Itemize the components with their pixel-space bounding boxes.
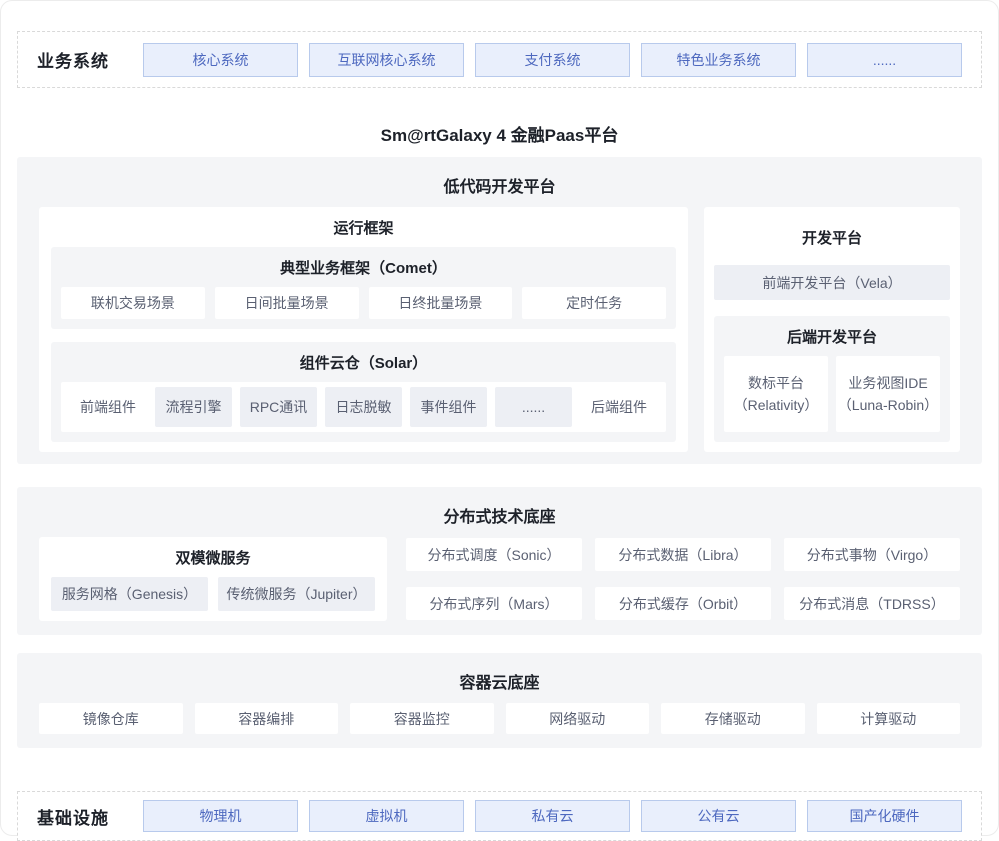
infra-virtual-machine: 虚拟机 <box>309 800 464 832</box>
business-systems-row: 业务系统 核心系统 互联网核心系统 支付系统 特色业务系统 ...... <box>17 31 982 88</box>
backend-platform-title: 后端开发平台 <box>724 320 940 356</box>
architecture-diagram: 业务系统 核心系统 互联网核心系统 支付系统 特色业务系统 ...... Sm@… <box>0 0 999 836</box>
solar-item-ellipsis: ...... <box>495 387 572 427</box>
platform-title: Sm@rtGalaxy 4 金融Paas平台 <box>1 121 998 146</box>
solar-back-component: 后端组件 <box>580 387 658 427</box>
solar-warehouse-group: 组件云仓（Solar） 前端组件 流程引擎 RPC通讯 日志脱敏 事件组件 ..… <box>51 342 676 442</box>
infrastructure-items: 物理机 虚拟机 私有云 公有云 国产化硬件 <box>143 800 962 832</box>
container-orchestration: 容器编排 <box>195 703 339 734</box>
luna-robin-code: （Luna-Robin） <box>838 394 938 416</box>
luna-robin-ide: 业务视图IDE （Luna-Robin） <box>836 356 940 432</box>
dev-platform-card: 开发平台 前端开发平台（Vela） 后端开发平台 数标平台 （Relativit… <box>704 207 960 452</box>
container-cloud-title: 容器云底座 <box>39 663 960 703</box>
solar-item-log-masking: 日志脱敏 <box>325 387 402 427</box>
comet-item-online-trading: 联机交易场景 <box>61 287 205 319</box>
dual-mode-title: 双模微服务 <box>51 541 375 577</box>
low-code-title: 低代码开发平台 <box>39 167 960 207</box>
solar-component-strip: 前端组件 流程引擎 RPC通讯 日志脱敏 事件组件 ...... 后端组件 <box>61 382 666 432</box>
business-systems-label: 业务系统 <box>37 47 143 72</box>
container-cloud-section: 容器云底座 镜像仓库 容器编排 容器监控 网络驱动 存储驱动 计算驱动 <box>17 653 982 748</box>
solar-front-component: 前端组件 <box>69 387 147 427</box>
relativity-code: （Relativity） <box>734 394 819 416</box>
sonic-scheduling: 分布式调度（Sonic） <box>406 538 582 571</box>
storage-driver: 存储驱动 <box>661 703 805 734</box>
mars-sequence: 分布式序列（Mars） <box>406 587 582 620</box>
virgo-transaction: 分布式事物（Virgo） <box>784 538 960 571</box>
container-monitoring: 容器监控 <box>350 703 494 734</box>
libra-data: 分布式数据（Libra） <box>595 538 771 571</box>
backend-platform-group: 后端开发平台 数标平台 （Relativity） 业务视图IDE （Luna-R… <box>714 316 950 442</box>
tdrss-message: 分布式消息（TDRSS） <box>784 587 960 620</box>
business-system-core: 核心系统 <box>143 43 298 77</box>
luna-robin-name: 业务视图IDE <box>848 372 927 394</box>
orbit-cache: 分布式缓存（Orbit） <box>595 587 771 620</box>
runtime-framework-card: 运行框架 典型业务框架（Comet） 联机交易场景 日间批量场景 日终批量场景 … <box>39 207 688 452</box>
infra-domestic-hardware: 国产化硬件 <box>807 800 962 832</box>
distributed-grid: 分布式调度（Sonic） 分布式数据（Libra） 分布式事物（Virgo） 分… <box>406 537 960 621</box>
infra-private-cloud: 私有云 <box>475 800 630 832</box>
relativity-platform: 数标平台 （Relativity） <box>724 356 828 432</box>
dual-mode-microservice-card: 双模微服务 服务网格（Genesis） 传统微服务（Jupiter） <box>39 537 387 621</box>
genesis-service-mesh: 服务网格（Genesis） <box>51 577 208 611</box>
dev-platform-title: 开发平台 <box>714 211 950 257</box>
low-code-section: 低代码开发平台 运行框架 典型业务框架（Comet） 联机交易场景 日间批量场景… <box>17 157 982 464</box>
solar-item-event-component: 事件组件 <box>410 387 487 427</box>
comet-item-endofday-batch: 日终批量场景 <box>369 287 513 319</box>
business-system-internet-core: 互联网核心系统 <box>309 43 464 77</box>
business-system-ellipsis: ...... <box>807 43 962 77</box>
runtime-framework-title: 运行框架 <box>51 211 676 247</box>
network-driver: 网络驱动 <box>506 703 650 734</box>
solar-warehouse-title: 组件云仓（Solar） <box>61 346 666 382</box>
vela-frontend-platform: 前端开发平台（Vela） <box>714 265 950 300</box>
jupiter-microservice: 传统微服务（Jupiter） <box>218 577 375 611</box>
solar-item-rpc: RPC通讯 <box>240 387 317 427</box>
infra-physical-machine: 物理机 <box>143 800 298 832</box>
solar-item-process-engine: 流程引擎 <box>155 387 232 427</box>
infra-public-cloud: 公有云 <box>641 800 796 832</box>
comet-item-scheduled-task: 定时任务 <box>522 287 666 319</box>
infrastructure-row: 基础设施 物理机 虚拟机 私有云 公有云 国产化硬件 <box>17 791 982 841</box>
business-systems-items: 核心系统 互联网核心系统 支付系统 特色业务系统 ...... <box>143 43 962 77</box>
comet-framework-title: 典型业务框架（Comet） <box>61 251 666 287</box>
image-registry: 镜像仓库 <box>39 703 183 734</box>
infrastructure-label: 基础设施 <box>37 804 143 829</box>
compute-driver: 计算驱动 <box>817 703 961 734</box>
business-system-payment: 支付系统 <box>475 43 630 77</box>
comet-framework-group: 典型业务框架（Comet） 联机交易场景 日间批量场景 日终批量场景 定时任务 <box>51 247 676 329</box>
distributed-section: 分布式技术底座 双模微服务 服务网格（Genesis） 传统微服务（Jupite… <box>17 487 982 635</box>
business-system-special: 特色业务系统 <box>641 43 796 77</box>
distributed-title: 分布式技术底座 <box>39 497 960 537</box>
relativity-name: 数标平台 <box>748 372 804 394</box>
comet-item-daytime-batch: 日间批量场景 <box>215 287 359 319</box>
